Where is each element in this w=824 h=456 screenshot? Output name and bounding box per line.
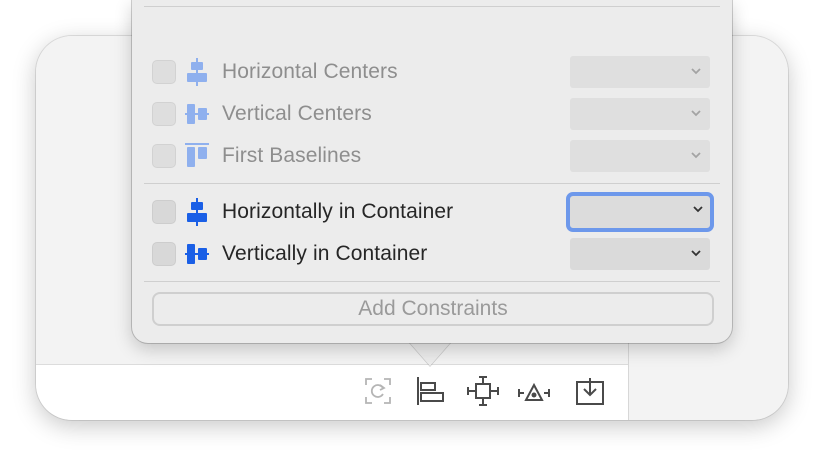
chevron-down-icon [693,206,703,213]
align-icon[interactable] [413,374,447,408]
align-vertical-centers-icon [184,99,210,129]
row-label: Horizontally in Container [222,200,454,223]
align-horizontal-centers-icon [184,57,210,87]
row-first-baselines: First Baselines [132,138,732,174]
first-baselines-checkbox[interactable] [152,144,176,168]
horizontal-centers-value-popup[interactable] [570,56,710,88]
row-vertically-in-container: Vertically in Container [132,236,732,272]
add-new-constraints-icon[interactable] [466,374,500,408]
vertically-in-container-value-popup[interactable] [570,238,710,270]
divider [144,281,720,282]
horizontal-centers-checkbox[interactable] [152,60,176,84]
update-frames-icon[interactable] [361,374,395,408]
chevron-down-icon [691,250,701,257]
embed-in-icon[interactable] [573,374,607,408]
row-label: First Baselines [222,144,362,167]
popover-arrow [409,342,451,366]
vertically-in-container-checkbox[interactable] [152,242,176,266]
center-horizontally-in-container-icon [184,197,210,227]
divider [144,6,720,7]
horizontally-in-container-value-popup[interactable] [566,192,714,232]
row-horizontally-in-container: Horizontally in Container [132,192,732,232]
chevron-down-icon [691,68,701,75]
horizontally-in-container-checkbox[interactable] [152,200,176,224]
first-baselines-value-popup[interactable] [570,140,710,172]
add-constraints-button[interactable]: Add Constraints [152,292,714,326]
chevron-down-icon [691,152,701,159]
row-label: Horizontal Centers [222,60,398,83]
alignment-constraints-popover: Horizontal Centers Vertical Centers Firs… [132,0,732,343]
row-label: Vertically in Container [222,242,428,265]
center-vertically-in-container-icon [184,239,210,269]
vertical-centers-value-popup[interactable] [570,98,710,130]
divider [144,183,720,184]
resolve-auto-layout-issues-icon[interactable] [517,374,551,408]
row-vertical-centers: Vertical Centers [132,96,732,132]
row-horizontal-centers: Horizontal Centers [132,54,732,90]
align-first-baselines-icon [184,141,210,171]
chevron-down-icon [691,110,701,117]
vertical-centers-checkbox[interactable] [152,102,176,126]
row-label: Vertical Centers [222,102,372,125]
